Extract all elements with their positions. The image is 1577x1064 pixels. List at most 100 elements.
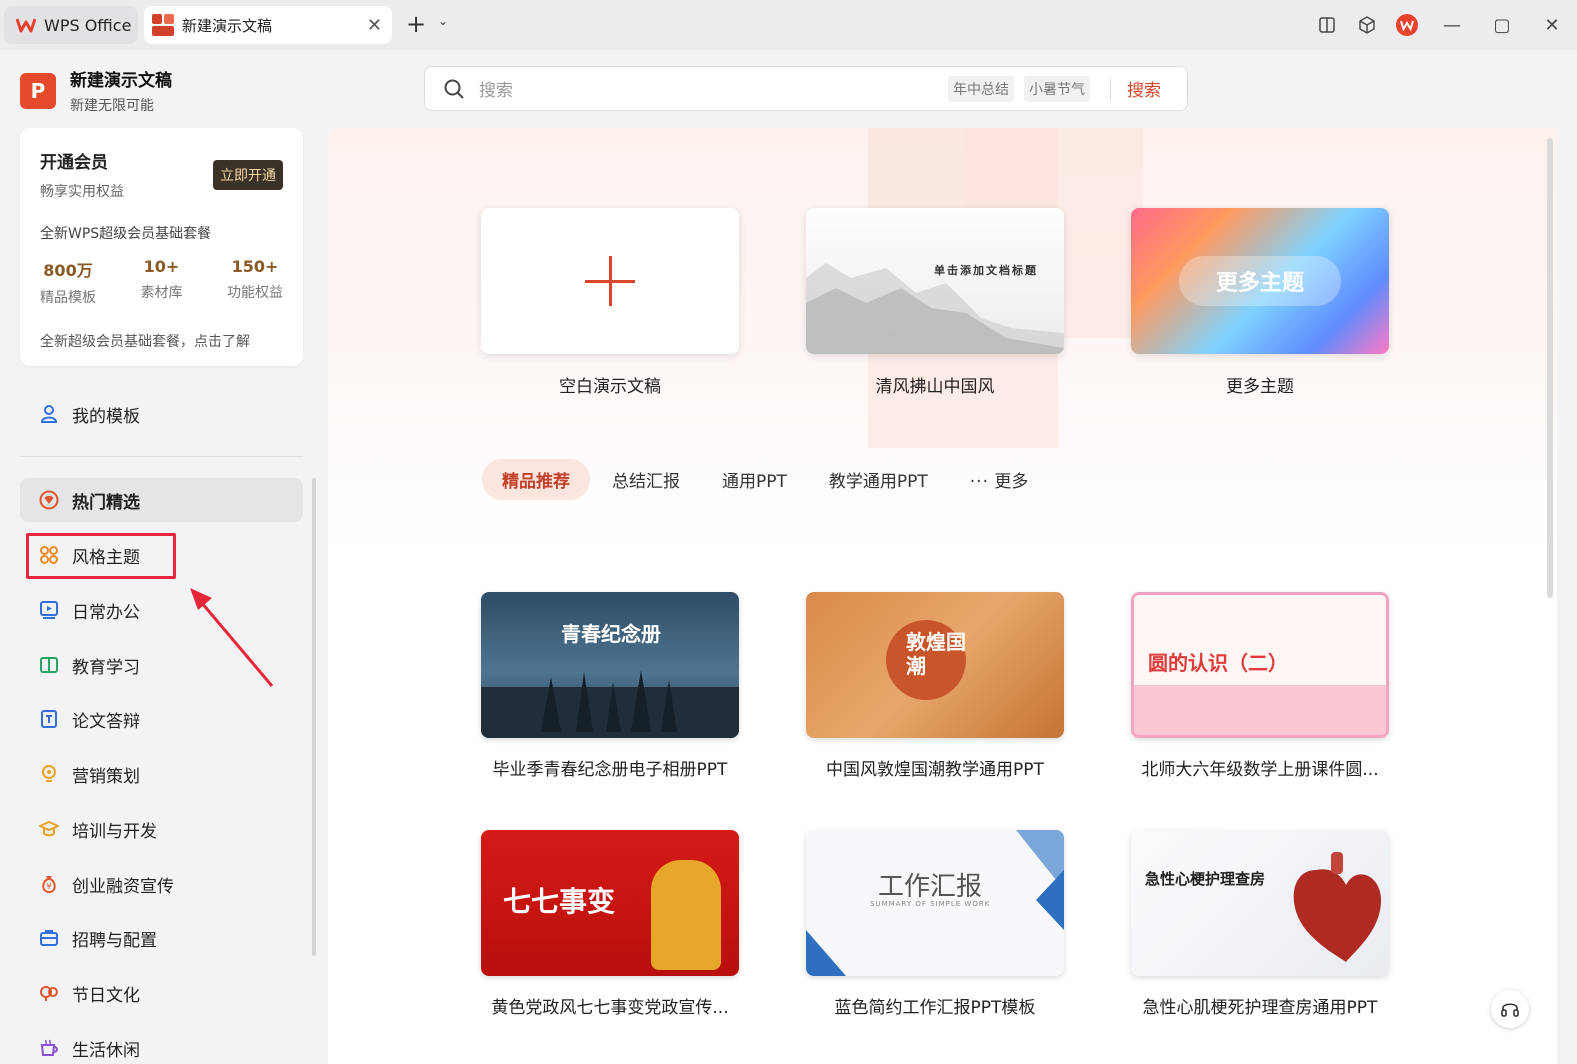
plus-icon [585,256,635,306]
tab-featured[interactable]: 精品推荐 [482,459,590,500]
main-panel: 空白演示文稿 单击添加文档标题 清风拂山中国风 更多主题 更多主题 精品推荐 总… [328,128,1557,1064]
template-card[interactable]: 圆的认识（二） [1131,592,1389,738]
vip-stat-value: 10+ [143,257,180,276]
document-tab[interactable]: 新建演示文稿 ✕ [144,6,392,44]
chevron-down-icon[interactable]: ⌄ [438,14,448,28]
tab-more[interactable]: ··· 更多 [950,459,1049,500]
sidebar-item-startup-financing[interactable]: ¥ 创业融资宣传 [20,862,303,906]
search-button[interactable]: 搜索 [1127,76,1161,101]
document-tab-label: 新建演示文稿 [182,16,273,35]
new-tab-plus-icon[interactable]: + [406,10,426,38]
sidebar-item-label: 日常办公 [72,602,140,623]
minimize-icon[interactable]: — [1427,5,1477,45]
vip-stat-label: 精品模板 [40,290,96,306]
card-label: 更多主题 [1226,377,1294,397]
monitor-icon [38,599,60,621]
template-card[interactable]: 七七事变 [481,830,739,976]
tab-summary-report[interactable]: 总结汇报 [592,459,700,500]
template-card[interactable]: 急性心梗护理查房 [1131,830,1389,976]
more-themes-card[interactable]: 更多主题 [1131,208,1389,354]
search-suggestion-chip[interactable]: 小暑节气 [1024,75,1090,102]
search-separator [1110,78,1111,99]
search-bar[interactable]: 搜索 年中总结 小暑节气 搜索 [424,66,1188,111]
cube-icon[interactable] [1347,5,1387,45]
sidebar-item-hot[interactable]: 热门精选 [20,478,303,522]
more-themes-pill: 更多主题 [1179,256,1341,306]
search-icon [444,79,464,99]
wps-office-tab-label: WPS Office [44,15,132,35]
tab-more-label: 更多 [994,472,1029,492]
svg-text:¥: ¥ [46,882,51,891]
sidebar-item-label: 论文答辩 [72,711,140,732]
blank-presentation-card[interactable] [481,208,739,354]
annotation-arrow-icon [190,588,274,687]
sidebar-item-label: 节日文化 [72,985,140,1006]
vip-stat: 800万 精品模板 [40,257,96,307]
template-card[interactable]: 敦煌国潮 [806,592,1064,738]
search-suggestion-chip[interactable]: 年中总结 [948,75,1014,102]
template-label: 蓝色简约工作汇报PPT模板 [834,998,1036,1018]
close-window-icon[interactable]: ✕ [1527,5,1577,45]
book-icon [38,654,60,676]
template-card[interactable]: 青春纪念册 [481,592,739,738]
sidebar-item-recruitment[interactable]: 招聘与配置 [20,916,303,960]
template-label: 北师大六年级数学上册课件圆... [1141,760,1379,780]
sidebar-divider [20,456,303,457]
category-tabs: 精品推荐 总结汇报 通用PPT 教学通用PPT ··· 更多 [482,459,1050,500]
presentation-doc-icon [152,14,174,36]
thumb-title: 敦煌国潮 [906,630,966,678]
maximize-icon[interactable]: ▢ [1477,5,1527,45]
wps-office-tab[interactable]: WPS Office [4,6,138,44]
lantern-icon [38,982,60,1004]
search-input[interactable]: 搜索 [479,76,948,101]
sidebar-item-lifestyle[interactable]: 生活休闲 [20,1026,303,1064]
sidebar-item-label: 我的模板 [72,406,140,427]
annotation-highlight-box [26,533,176,579]
thumb-title: 七七事变 [503,885,616,918]
user-icon [38,403,60,425]
wps-account-icon[interactable] [1387,5,1427,45]
sidebar-item-label: 教育学习 [72,657,140,678]
briefcase-icon [38,927,60,949]
coffee-icon [38,1037,60,1059]
help-button[interactable] [1491,990,1529,1028]
tab-teaching-ppt[interactable]: 教学通用PPT [809,459,948,500]
reading-mode-icon[interactable] [1307,5,1347,45]
template-label: 中国风敦煌国潮教学通用PPT [826,760,1044,780]
sidebar-item-festival[interactable]: 节日文化 [20,971,303,1015]
vip-card[interactable]: 开通会员 畅享实用权益 立即开通 全新WPS超级会员基础套餐 800万 精品模板… [20,128,303,366]
vip-stat-value: 150+ [231,257,279,276]
presentation-logo-icon: P [20,72,56,109]
vip-stat: 10+ 素材库 [141,257,183,307]
template-card[interactable]: 工作汇报 SUMMARY OF SIMPLE WORK [806,830,1064,976]
sidebar-item-label: 营销策划 [72,766,140,787]
window-controls: — ▢ ✕ [1307,0,1577,50]
sidebar-scrollbar[interactable] [312,478,316,956]
template-label: 急性心肌梗死护理查房通用PPT [1142,998,1378,1018]
vip-stat-label: 素材库 [140,285,183,301]
template-label: 黄色党政风七七事变党政宣传... [491,998,729,1018]
thumb-title: 圆的认识（二） [1148,651,1288,675]
sidebar-item-my-templates[interactable]: 我的模板 [20,392,303,436]
sidebar-item-label: 生活休闲 [72,1040,140,1061]
sidebar-item-thesis[interactable]: 论文答辩 [20,697,303,741]
main-scrollbar-thumb[interactable] [1547,138,1553,598]
theme-card-chinese-style[interactable]: 单击添加文档标题 [806,208,1064,354]
vip-stat-value: 800万 [43,261,93,280]
thumb-title: 工作汇报 [878,872,983,902]
lightbulb-icon [38,763,60,785]
thumb-subtitle: SUMMARY OF SIMPLE WORK [870,900,991,908]
app-header: P 新建演示文稿 新建无限可能 [20,66,172,115]
vip-stat: 150+ 功能权益 [227,257,283,307]
sidebar-item-marketing[interactable]: 营销策划 [20,752,303,796]
sidebar-item-training[interactable]: 培训与开发 [20,807,303,851]
tab-general-ppt[interactable]: 通用PPT [702,459,807,500]
lion-statue-decoration [651,860,721,970]
vip-footer-link[interactable]: 全新超级会员基础套餐，点击了解 [40,331,283,351]
vip-open-button[interactable]: 立即开通 [213,160,283,190]
close-tab-icon[interactable]: ✕ [367,15,382,36]
thumb-title: 急性心梗护理查房 [1145,870,1266,888]
main-scrollbar[interactable] [1547,138,1553,1058]
silhouette-thumbnail [481,670,739,738]
thumb-title: 青春纪念册 [561,622,661,646]
